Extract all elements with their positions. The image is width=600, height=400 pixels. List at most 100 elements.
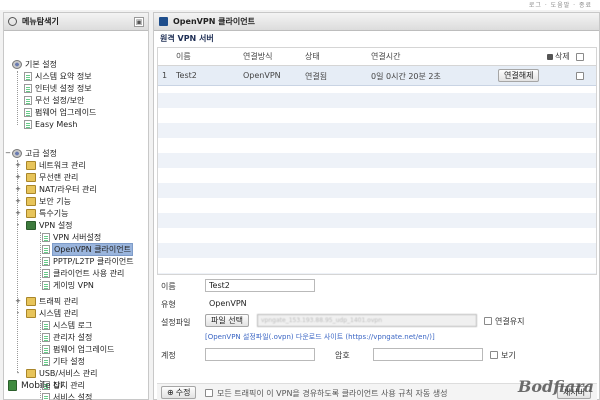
name-label: 이름 [161,282,176,291]
tree-toggle[interactable]: - [15,369,21,377]
row-method: OpenVPN [243,71,281,80]
tree-item-vpn[interactable]: VPN 설정 [26,220,73,231]
collapse-icon[interactable]: ▣ [134,16,144,27]
page-title: OpenVPN 클라이언트 [173,17,255,26]
config-file-label: 설정파일 [161,318,191,327]
settings-gear-icon [12,149,22,158]
name-input[interactable] [205,279,315,292]
col-method: 연결방식 [243,52,273,61]
tree-item-security[interactable]: 보안 기능 [26,196,71,207]
tree-item-pptp-l2tp-client[interactable]: PPTP/L2TP 클라이언트 [42,256,134,267]
ovpn-download-link[interactable]: [OpenVPN 설정파일(.ovpn) 다운로드 사이트 (https://v… [205,332,435,342]
panel-header: OpenVPN 클라이언트 [154,13,599,31]
account-input[interactable] [205,348,315,361]
page-icon [42,245,50,254]
tree-item-network[interactable]: 네트워크 관리 [26,160,86,171]
section-title: 원격 VPN 서버 [160,33,214,43]
password-input[interactable] [373,348,483,361]
folder-icon [26,309,36,318]
tree-toggle[interactable]: + [15,297,21,305]
mobile-phone-icon [8,380,17,391]
col-delete: 삭제 [547,51,570,62]
tree-item-firmware-upgrade[interactable]: 펌웨어 업그레이드 [24,107,96,118]
tree-item-special[interactable]: 특수기능 [26,208,68,219]
tree-item-openvpn-client[interactable]: OpenVPN 클라이언트 [42,243,133,256]
panel-icon [159,17,168,26]
page-icon [42,257,50,266]
show-password-label: 보기 [501,351,516,360]
keep-connection-checkbox[interactable] [484,317,492,325]
menu-explorer-title: 메뉴탐색기 [22,17,59,26]
tree-item-firmware[interactable]: 펌웨어 업그레이드 [42,344,114,355]
tree-toggle[interactable]: + [15,209,21,217]
edit-button[interactable]: ⊕ 수정 [161,386,197,399]
page-icon [42,281,50,290]
tree-item-easy-mesh[interactable]: Easy Mesh [24,119,77,130]
tree-toggle-advanced[interactable]: − [5,149,11,157]
lock-folder-icon [26,197,36,206]
menu-explorer: 메뉴탐색기 ▣ 기본 설정 시스템 요약 정보 인터넷 설정 정보 무선 설정/… [3,12,149,400]
search-icon [8,17,17,26]
tree-item-system[interactable]: 시스템 관리 [26,308,78,319]
tree-item-nat-router[interactable]: NAT/라우터 관리 [26,184,97,195]
type-value: OpenVPN [209,299,247,308]
config-file-name: vpngate_153.193.88.95_udp_1401.ovpn [257,314,477,327]
tree-toggle[interactable]: + [15,173,21,181]
tree-item-vpn-server[interactable]: VPN 서버설정 [42,232,101,243]
tree-item-traffic[interactable]: 트래픽 관리 [26,296,78,307]
page-icon [42,345,50,354]
row-delete-checkbox[interactable] [576,72,584,80]
col-name: 이름 [176,52,191,61]
row-name: Test2 [176,71,197,80]
select-all-checkbox[interactable] [576,53,584,61]
auto-rule-checkbox[interactable] [205,389,213,397]
page-icon [24,120,32,129]
folder-icon [26,369,36,378]
tree-item-admin-settings[interactable]: 관리자 설정 [42,332,92,343]
table-row[interactable]: 1 Test2 OpenVPN 연결됨 0일 0시간 20분 2초 연결해제 [158,66,596,86]
tree-item-client-usage[interactable]: 클라이언트 사용 관리 [42,268,124,279]
vpn-folder-icon [26,221,36,230]
tree-item-system-log[interactable]: 시스템 로그 [42,320,92,331]
tree-item-wireless-security[interactable]: 무선 설정/보안 [24,95,84,106]
tree-toggle[interactable]: - [15,309,21,317]
tree-toggle[interactable]: + [15,197,21,205]
disconnect-button[interactable]: 연결해제 [498,69,540,82]
folder-icon [26,185,36,194]
page-icon [24,84,32,93]
top-links[interactable]: 로그 · 도움말 · 종료 [529,0,592,9]
tree-item-internet-info[interactable]: 인터넷 설정 정보 [24,83,92,94]
password-label: 암호 [335,351,350,360]
tree-item-system-summary[interactable]: 시스템 요약 정보 [24,71,92,82]
tree-toggle[interactable]: + [15,161,21,169]
keep-connection-label: 연결유지 [495,317,525,326]
tree-toggle[interactable]: - [15,221,21,229]
col-time: 연결시간 [371,52,401,61]
row-time: 0일 0시간 20분 2초 [371,72,441,81]
table-header: 이름 연결방식 상태 연결시간 삭제 [158,48,596,66]
page-icon [24,96,32,105]
page-icon [42,393,50,400]
tree-item-wireless[interactable]: 무선랜 관리 [26,172,78,183]
col-status: 상태 [305,52,320,61]
mobile-ui-link[interactable]: Mobile UI [8,380,63,391]
folder-icon [26,161,36,170]
openvpn-client-panel: OpenVPN 클라이언트 원격 VPN 서버 이름 연결방식 상태 연결시간 … [153,12,600,400]
folder-icon [26,173,36,182]
tree-item-gaming-vpn[interactable]: 게이밍 VPN [42,280,94,291]
show-password-checkbox[interactable] [490,351,498,359]
tree-item-service-settings[interactable]: 서비스 설정 [42,392,92,400]
file-select-button[interactable]: 파일 선택 [205,314,249,327]
tree-toggle[interactable]: + [15,185,21,193]
tree-item-misc-settings[interactable]: 기타 설정 [42,356,85,367]
tree-item-usb-service[interactable]: USB/서비스 관리 [26,368,97,379]
tree-group-basic[interactable]: 기본 설정 [12,59,57,70]
page-icon [42,333,50,342]
folder-icon [26,297,36,306]
menu-explorer-header: 메뉴탐색기 ▣ [4,13,148,31]
page-icon [42,321,50,330]
tree-group-advanced[interactable]: 고급 설정 [12,148,57,159]
page-icon [42,357,50,366]
folder-icon [26,209,36,218]
vpn-server-table: 이름 연결방식 상태 연결시간 삭제 1 Test2 OpenVPN 연결됨 0… [157,47,597,275]
